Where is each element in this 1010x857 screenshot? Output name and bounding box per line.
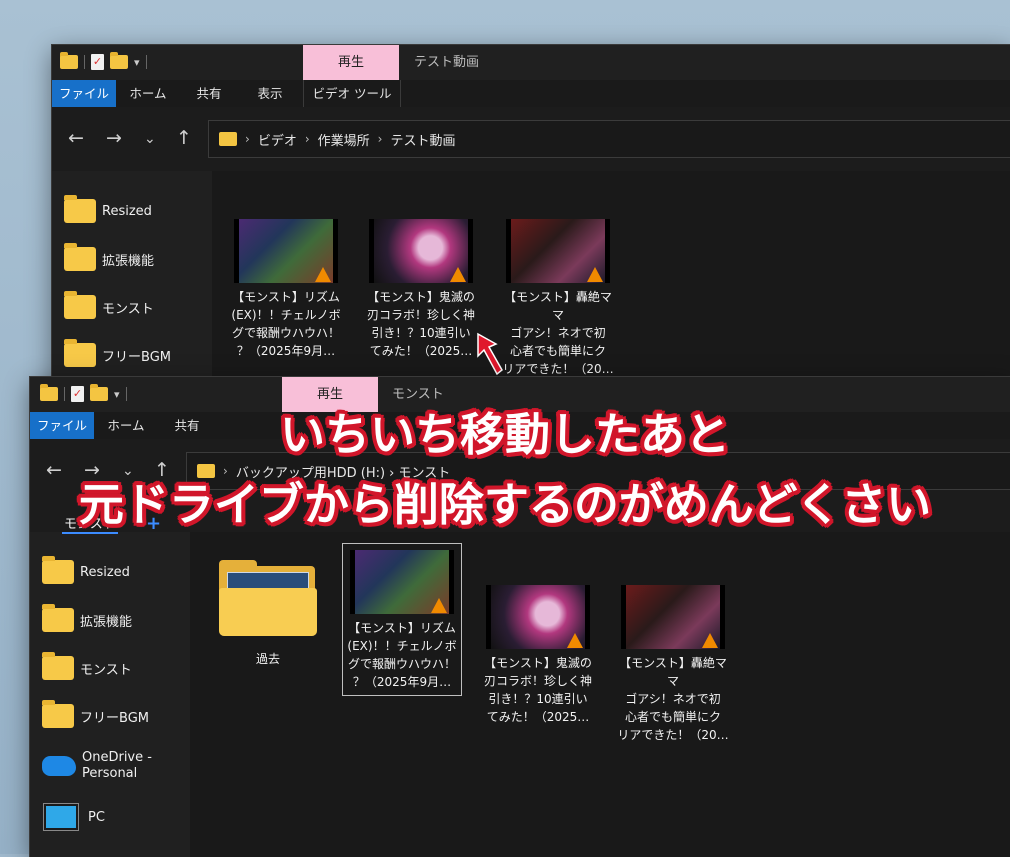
vlc-icon [702, 633, 718, 648]
chevron-down-icon[interactable]: ▾ [134, 56, 140, 69]
folder-icon [219, 132, 237, 146]
sidebar-item-label: 拡張機能 [80, 614, 133, 630]
chevron-down-icon[interactable]: ⌄ [144, 131, 156, 147]
video-file[interactable]: 【モンスト】轟絶ママ ゴアシ！ネオで初 心者でも簡単にク リアできた！（20… [614, 585, 732, 744]
quick-access-toolbar: ✓ ▾ [60, 52, 147, 70]
tab-home[interactable]: ホーム [116, 80, 180, 107]
navigation-pane: Resized 拡張機能 モンスト フリーBGM OneDrive - Pers… [30, 532, 190, 857]
tab-file[interactable]: ファイル [52, 80, 116, 107]
chevron-right-icon: › [377, 132, 383, 146]
vlc-icon [587, 267, 603, 282]
separator [84, 55, 85, 69]
pc-icon [44, 804, 78, 830]
file-name: 【モンスト】鬼滅の 刃コラボ！珍しく神 引き！？10連引い てみた！（2025… [366, 290, 475, 358]
video-file[interactable]: 【モンスト】鬼滅の 刃コラボ！珍しく神 引き！？10連引い てみた！（2025… [362, 219, 480, 360]
sidebar-item-resized[interactable]: Resized [42, 556, 130, 584]
sidebar-item-label: 拡張機能 [102, 253, 155, 269]
caption-line-1: いちいち移動したあと [279, 408, 730, 461]
folder-icon [64, 291, 96, 319]
new-folder-icon[interactable] [110, 52, 128, 69]
breadcrumb-item[interactable]: ビデオ [258, 130, 297, 149]
video-thumbnail [350, 550, 454, 614]
navigation-bar: ← → ⌄ ↑ › ビデオ › 作業場所 › テスト動画 [52, 107, 1010, 171]
forward-arrow-icon[interactable]: → [106, 127, 122, 149]
sidebar-item-monst[interactable]: モンスト [42, 652, 132, 680]
sidebar-item-label: PC [88, 809, 105, 825]
folder-icon [64, 339, 96, 367]
onedrive-icon [42, 756, 76, 776]
sidebar-item-label: モンスト [102, 301, 154, 317]
folder-tab [219, 560, 257, 570]
tab-share[interactable]: 共有 [180, 80, 238, 107]
video-thumbnail [369, 219, 473, 283]
file-name: 【モンスト】轟絶ママ ゴアシ！ネオで初 心者でも簡単にク リアできた！（20… [617, 656, 729, 742]
folder-icon[interactable] [60, 52, 78, 69]
vlc-icon [315, 267, 331, 282]
video-thumbnail [234, 219, 338, 283]
context-tab-play[interactable]: 再生 [303, 45, 399, 80]
video-file[interactable]: 【モンスト】轟絶ママ ゴアシ！ネオで初 心者でも簡単にク リアできた！（20… [499, 219, 617, 378]
video-thumbnail [621, 585, 725, 649]
window-title: テスト動画 [414, 55, 480, 70]
video-thumbnail [486, 585, 590, 649]
vlc-icon [567, 633, 583, 648]
sidebar-item-onedrive[interactable]: OneDrive - Personal [42, 750, 152, 782]
sidebar-item-label: OneDrive - Personal [82, 750, 152, 781]
folder-name: 過去 [255, 652, 280, 666]
chevron-right-icon: › [245, 132, 250, 146]
file-name: 【モンスト】リズム (EX)！！チェルノボ グで報酬ウハウハ！ ？（2025年9… [347, 621, 457, 689]
properties-icon[interactable]: ✓ [91, 54, 104, 70]
tab-view[interactable]: 表示 [238, 80, 302, 107]
file-list: 過去 【モンスト】リズム (EX)！！チェルノボ グで報酬ウハウハ！ ？（202… [190, 532, 1010, 857]
video-thumbnail [506, 219, 610, 283]
sidebar-item-label: モンスト [80, 662, 132, 678]
sidebar-item-label: フリーBGM [102, 349, 171, 365]
title-bar: ✓ ▾ 再生 テスト動画 [52, 45, 1010, 80]
file-name: 【モンスト】リズム (EX)！！チェルノボ グで報酬ウハウハ！ ？（2025年9… [231, 290, 341, 358]
folder-icon [42, 700, 74, 728]
up-arrow-icon[interactable]: ↑ [176, 127, 192, 149]
sidebar-item-free-bgm[interactable]: フリーBGM [64, 339, 171, 367]
sidebar-item-label: フリーBGM [80, 710, 149, 726]
folder-item[interactable]: 過去 [218, 560, 318, 668]
sidebar-item-extensions[interactable]: 拡張機能 [64, 243, 155, 271]
breadcrumb-item[interactable]: テスト動画 [390, 130, 455, 149]
sidebar-item-monst[interactable]: モンスト [64, 291, 154, 319]
sidebar-item-resized[interactable]: Resized [64, 195, 152, 223]
folder-front [219, 588, 317, 636]
sidebar-item-label: Resized [102, 203, 152, 219]
breadcrumb-item[interactable]: 作業場所 [318, 130, 370, 149]
file-name: 【モンスト】轟絶ママ ゴアシ！ネオで初 心者でも簡単にク リアできた！（20… [502, 290, 614, 376]
separator [145, 55, 147, 69]
folder-icon [64, 243, 96, 271]
address-bar[interactable]: › ビデオ › 作業場所 › テスト動画 [208, 120, 1010, 158]
folder-icon [42, 556, 74, 584]
folder-icon [42, 604, 74, 632]
video-file-selected[interactable]: 【モンスト】リズム (EX)！！チェルノボ グで報酬ウハウハ！ ？（2025年9… [342, 543, 462, 696]
ribbon-tabs: ファイル ホーム 共有 表示 ビデオ ツール [52, 80, 1010, 107]
vlc-icon [431, 598, 447, 613]
sidebar-item-extensions[interactable]: 拡張機能 [42, 604, 133, 632]
folder-icon [42, 652, 74, 680]
red-arrow-annotation [477, 332, 503, 376]
back-arrow-icon[interactable]: ← [68, 127, 84, 149]
vlc-icon [450, 267, 466, 282]
video-file[interactable]: 【モンスト】リズム (EX)！！チェルノボ グで報酬ウハウハ！ ？（2025年9… [227, 219, 345, 360]
video-file[interactable]: 【モンスト】鬼滅の 刃コラボ！珍しく神 引き！？10連引い てみた！（2025… [479, 585, 597, 726]
tab-video-tools[interactable]: ビデオ ツール [303, 80, 401, 107]
chevron-right-icon: › [304, 132, 310, 146]
folder-icon [219, 560, 317, 636]
sidebar-item-label: Resized [80, 564, 130, 580]
caption-line-2: 元ドライブから削除するのがめんどくさい [78, 478, 932, 531]
folder-icon [64, 195, 96, 223]
file-name: 【モンスト】鬼滅の 刃コラボ！珍しく神 引き！？10連引い てみた！（2025… [483, 656, 592, 724]
sidebar-item-free-bgm[interactable]: フリーBGM [42, 700, 149, 728]
sidebar-item-pc[interactable]: PC [44, 804, 105, 830]
